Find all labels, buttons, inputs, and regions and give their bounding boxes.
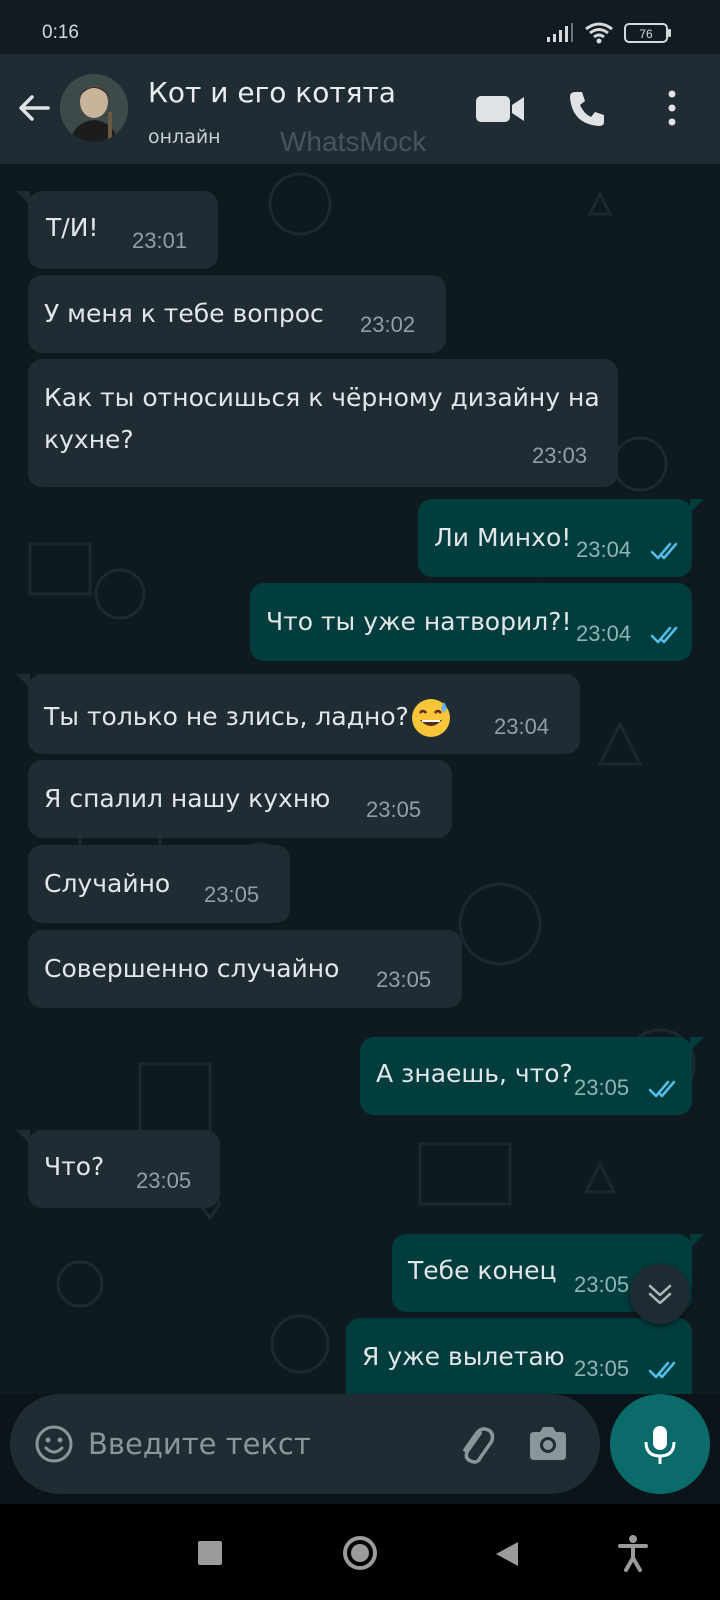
message-bubble-outgoing[interactable]: А знаешь, что? 23:05 xyxy=(360,1037,704,1115)
read-receipt-icon xyxy=(650,626,678,644)
message-bubble-outgoing[interactable]: Ли Минхо! 23:04 xyxy=(418,499,704,577)
message-bubble-outgoing[interactable]: Что ты уже натворил?! 23:04 xyxy=(250,583,692,661)
message-bubble-incoming[interactable]: Т/И! 23:01 xyxy=(16,191,218,269)
video-call-icon[interactable] xyxy=(474,92,526,126)
read-receipt-icon xyxy=(648,1361,676,1379)
chat-status: онлайн xyxy=(148,126,221,148)
accessibility-icon[interactable] xyxy=(618,1534,648,1572)
camera-icon[interactable] xyxy=(526,1422,570,1466)
message-text-content: Ты только не злись, ладно? xyxy=(44,702,409,731)
chat-area[interactable]: Т/И! 23:01 У меня к тебе вопрос 23:02 Ка… xyxy=(0,164,720,1394)
bubble-tail xyxy=(16,1130,30,1144)
chat-header: Кот и его котята онлайн WhatsMock xyxy=(0,54,720,164)
bubble-tail xyxy=(16,674,30,688)
read-receipt-icon xyxy=(650,542,678,560)
message-time: 23:05 xyxy=(204,882,260,907)
message-bubble-incoming[interactable]: У меня к тебе вопрос 23:02 xyxy=(28,275,446,353)
status-time: 0:16 xyxy=(42,22,79,43)
message-time: 23:01 xyxy=(132,228,188,253)
bubble-tail xyxy=(690,1234,704,1248)
wifi-icon xyxy=(585,22,613,44)
message-text: кухне? xyxy=(44,425,134,454)
message-text: Ты только не злись, ладно? xyxy=(44,696,453,740)
message-text: Что? xyxy=(44,1152,105,1181)
bubble-tail xyxy=(690,1037,704,1051)
system-navigation-bar xyxy=(0,1504,720,1600)
message-text: Ли Минхо! xyxy=(434,523,572,552)
message-text: А знаешь, что? xyxy=(376,1059,573,1088)
nav-back-icon[interactable] xyxy=(494,1540,520,1568)
message-bubble-incoming[interactable]: Я спалил нашу кухню 23:05 xyxy=(28,760,452,838)
message-text: Тебе конец xyxy=(408,1256,557,1285)
message-time: 23:04 xyxy=(576,621,632,646)
message-time: 23:04 xyxy=(576,537,632,562)
paperclip-icon[interactable] xyxy=(452,1420,500,1468)
message-text: Что ты уже натворил?! xyxy=(266,607,572,636)
home-icon[interactable] xyxy=(340,1533,380,1573)
avatar[interactable] xyxy=(60,74,128,142)
watermark: WhatsMock xyxy=(280,126,427,157)
recents-icon[interactable] xyxy=(198,1541,222,1565)
message-text: Я уже вылетаю xyxy=(362,1342,565,1371)
message-bubble-incoming[interactable]: Как ты относишься к чёрному дизайну на к… xyxy=(28,359,618,487)
message-text: Я спалил нашу кухню xyxy=(44,784,331,813)
bubble-tail xyxy=(690,499,704,513)
read-receipt-icon xyxy=(648,1080,676,1098)
voice-message-button[interactable] xyxy=(610,1394,710,1494)
sweat-smile-emoji-icon xyxy=(411,699,450,737)
status-icons: 76 xyxy=(546,22,672,44)
more-options-icon[interactable] xyxy=(664,88,680,128)
emoji-icon[interactable] xyxy=(34,1424,74,1464)
scroll-to-bottom-button[interactable] xyxy=(630,1264,690,1324)
message-time: 23:05 xyxy=(574,1356,630,1381)
battery-icon: 76 xyxy=(624,23,671,43)
message-bubble-incoming[interactable]: Совершенно случайно 23:05 xyxy=(28,930,462,1008)
voice-call-icon[interactable] xyxy=(566,88,608,130)
message-input[interactable] xyxy=(88,1422,428,1466)
message-text: Т/И! xyxy=(46,213,99,242)
message-input-bar xyxy=(10,1394,600,1494)
message-time: 23:05 xyxy=(574,1075,630,1100)
message-bubble-incoming[interactable]: Случайно 23:05 xyxy=(28,845,290,923)
message-time: 23:02 xyxy=(360,312,416,337)
message-time: 23:05 xyxy=(366,797,422,822)
signal-icon xyxy=(547,23,573,42)
message-time: 23:05 xyxy=(136,1168,192,1193)
status-bar: 0:16 76 xyxy=(0,0,720,54)
message-bubble-incoming[interactable]: Ты только не злись, ладно? 23:04 xyxy=(16,674,580,754)
message-time: 23:05 xyxy=(574,1272,630,1297)
bubble-tail xyxy=(16,191,30,205)
message-text: Как ты относишься к чёрному дизайну на xyxy=(44,383,600,412)
message-time: 23:04 xyxy=(494,714,550,739)
message-time: 23:03 xyxy=(532,443,588,468)
message-text: У меня к тебе вопрос xyxy=(44,299,324,328)
microphone-icon xyxy=(644,1426,676,1464)
battery-level: 76 xyxy=(639,27,653,41)
message-bubble-incoming[interactable]: Что? 23:05 xyxy=(16,1130,220,1208)
message-bubble-outgoing[interactable]: Я уже вылетаю 23:05 xyxy=(346,1318,692,1394)
chat-title[interactable]: Кот и его котята xyxy=(148,76,396,109)
chevron-double-down-icon xyxy=(648,1284,672,1305)
message-time: 23:05 xyxy=(376,967,432,992)
back-arrow-icon[interactable] xyxy=(14,88,54,128)
message-text: Случайно xyxy=(44,869,171,898)
message-text: Совершенно случайно xyxy=(44,954,340,983)
